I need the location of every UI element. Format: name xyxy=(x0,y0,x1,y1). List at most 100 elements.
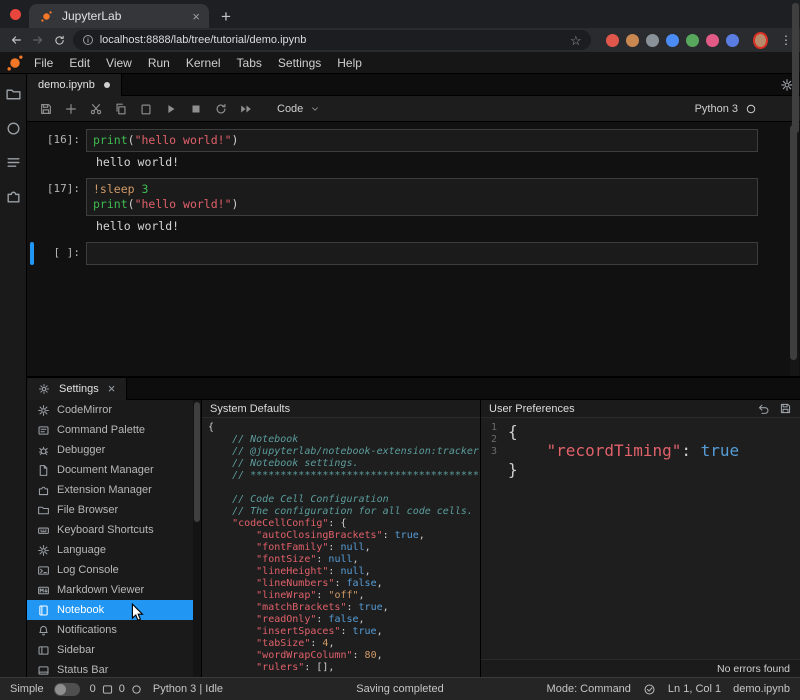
notebook-area: demo.ipynb Code xyxy=(27,74,800,376)
plugin-label: Notifications xyxy=(57,624,117,636)
code-cell-2[interactable]: [17]: !sleep 3print("hello world!") xyxy=(30,178,800,216)
settings-plugin-language[interactable]: Language xyxy=(27,540,193,560)
revert-settings-icon[interactable] xyxy=(757,402,770,415)
running-sessions-icon[interactable] xyxy=(5,120,22,137)
profile-avatar[interactable] xyxy=(753,32,768,49)
paste-icon[interactable] xyxy=(138,101,153,116)
menu-view[interactable]: View xyxy=(98,56,140,70)
plugin-label: Notebook xyxy=(57,604,104,616)
restart-kernel-icon[interactable] xyxy=(213,101,228,116)
settings-plugin-keyboard-shortcuts[interactable]: Keyboard Shortcuts xyxy=(27,520,193,540)
site-info-icon[interactable] xyxy=(82,34,94,46)
menu-settings[interactable]: Settings xyxy=(270,56,329,70)
kernel-sessions-icon xyxy=(130,683,143,696)
reload-icon[interactable] xyxy=(51,31,68,50)
cell-type-dropdown[interactable]: Code xyxy=(277,103,320,115)
settings-tab-close-icon[interactable]: × xyxy=(108,382,116,395)
statusbar-filename: demo.ipynb xyxy=(733,683,790,695)
gear-icon xyxy=(37,404,50,417)
menu-edit[interactable]: Edit xyxy=(61,56,98,70)
simple-mode-toggle[interactable] xyxy=(54,683,80,696)
stop-icon[interactable] xyxy=(188,101,203,116)
settings-plugin-codemirror[interactable]: CodeMirror xyxy=(27,400,193,420)
jupyter-menubar-items: FileEditViewRunKernelTabsSettingsHelp xyxy=(26,56,370,70)
cell-collapser[interactable] xyxy=(30,129,34,152)
extension-icon-5[interactable] xyxy=(686,34,699,47)
code-line: { xyxy=(508,422,739,441)
extension-icon-1[interactable] xyxy=(606,34,619,47)
active-cell-collapser[interactable] xyxy=(30,242,34,265)
input-prompt: [16]: xyxy=(36,129,80,152)
back-icon[interactable] xyxy=(8,31,25,50)
tab-settings[interactable]: Settings × xyxy=(27,378,127,400)
sessions-indicator[interactable]: 0 0 xyxy=(90,683,143,696)
settings-plugin-status-bar[interactable]: Status Bar xyxy=(27,660,193,677)
settings-plugin-command-palette[interactable]: Command Palette xyxy=(27,420,193,440)
settings-plugin-debugger[interactable]: Debugger xyxy=(27,440,193,460)
cell-editor[interactable]: print("hello world!") xyxy=(86,129,758,152)
settings-plugin-document-manager[interactable]: Document Manager xyxy=(27,460,193,480)
settings-plugin-file-browser[interactable]: File Browser xyxy=(27,500,193,520)
settings-plugin-markdown-viewer[interactable]: Markdown Viewer xyxy=(27,580,193,600)
settings-plugin-notebook[interactable]: Notebook xyxy=(27,600,193,620)
browser-menu-icon[interactable]: ⋮ xyxy=(780,33,792,47)
scrollbar-thumb[interactable] xyxy=(790,125,797,360)
cell-type-value: Code xyxy=(277,103,303,115)
address-bar[interactable]: localhost:8888/lab/tree/tutorial/demo.ip… xyxy=(73,30,591,50)
save-icon[interactable] xyxy=(38,101,53,116)
chevron-down-icon xyxy=(310,104,320,114)
userprefs-code[interactable]: { "recordTiming": true} xyxy=(503,422,739,659)
add-cell-icon[interactable] xyxy=(63,101,78,116)
extension-icon-2[interactable] xyxy=(626,34,639,47)
code-cell-1[interactable]: [16]: print("hello world!") xyxy=(30,129,800,152)
file-browser-icon[interactable] xyxy=(5,86,22,103)
cell-editor[interactable]: !sleep 3print("hello world!") xyxy=(86,178,758,216)
menu-kernel[interactable]: Kernel xyxy=(178,56,229,70)
copy-icon[interactable] xyxy=(113,101,128,116)
menu-run[interactable]: Run xyxy=(140,56,178,70)
window-control-red[interactable] xyxy=(10,9,21,20)
kernel-name[interactable]: Python 3 xyxy=(695,103,738,115)
menu-help[interactable]: Help xyxy=(329,56,370,70)
code-line: // Code Cell Configuration xyxy=(208,494,480,506)
notebook-icon xyxy=(37,604,50,617)
settings-plugin-sidebar[interactable]: Sidebar xyxy=(27,640,193,660)
cell-collapser[interactable] xyxy=(30,178,34,216)
cursor-position[interactable]: Ln 1, Col 1 xyxy=(668,683,721,695)
plugin-list-scrollbar[interactable] xyxy=(193,400,201,677)
settings-plugin-extension-manager[interactable]: Extension Manager xyxy=(27,480,193,500)
restart-run-all-icon[interactable] xyxy=(238,101,253,116)
settings-plugin-log-console[interactable]: Log Console xyxy=(27,560,193,580)
menu-tabs[interactable]: Tabs xyxy=(229,56,270,70)
extension-icon-7[interactable] xyxy=(726,34,739,47)
menu-file[interactable]: File xyxy=(26,56,61,70)
browser-tab-title: JupyterLab xyxy=(62,9,185,23)
scrollbar-thumb[interactable] xyxy=(194,402,200,522)
bookmark-star-icon[interactable]: ☆ xyxy=(570,34,582,47)
sidebar-icon xyxy=(37,644,50,657)
extension-manager-icon[interactable] xyxy=(5,188,22,205)
save-settings-icon[interactable] xyxy=(779,402,792,415)
extension-icon-6[interactable] xyxy=(706,34,719,47)
code-line: // Notebook xyxy=(208,434,480,446)
extension-icon-4[interactable] xyxy=(666,34,679,47)
extension-icon-3[interactable] xyxy=(646,34,659,47)
code-cell-3-active[interactable]: [ ]: xyxy=(30,242,800,265)
user-preferences-editor[interactable]: 123 { "recordTiming": true} xyxy=(481,418,800,659)
system-defaults-scrollbar[interactable] xyxy=(792,3,799,133)
kernel-status-text[interactable]: Python 3 | Idle xyxy=(153,683,223,695)
run-icon[interactable] xyxy=(163,101,178,116)
code-line: { xyxy=(208,422,480,434)
system-defaults-editor[interactable]: { // Notebook // @jupyterlab/notebook-ex… xyxy=(202,418,480,677)
forward-icon[interactable] xyxy=(30,31,47,50)
cut-icon[interactable] xyxy=(88,101,103,116)
tab-demo-ipynb[interactable]: demo.ipynb xyxy=(27,74,122,96)
settings-plugin-notifications[interactable]: Notifications xyxy=(27,620,193,640)
browser-tab[interactable]: JupyterLab × xyxy=(29,4,209,28)
table-of-contents-icon[interactable] xyxy=(5,154,22,171)
new-tab-icon[interactable]: + xyxy=(221,8,231,25)
notebook-scrollbar[interactable] xyxy=(790,122,799,376)
code-line xyxy=(93,246,751,261)
cell-editor[interactable] xyxy=(86,242,758,265)
tab-close-icon[interactable]: × xyxy=(192,10,200,23)
